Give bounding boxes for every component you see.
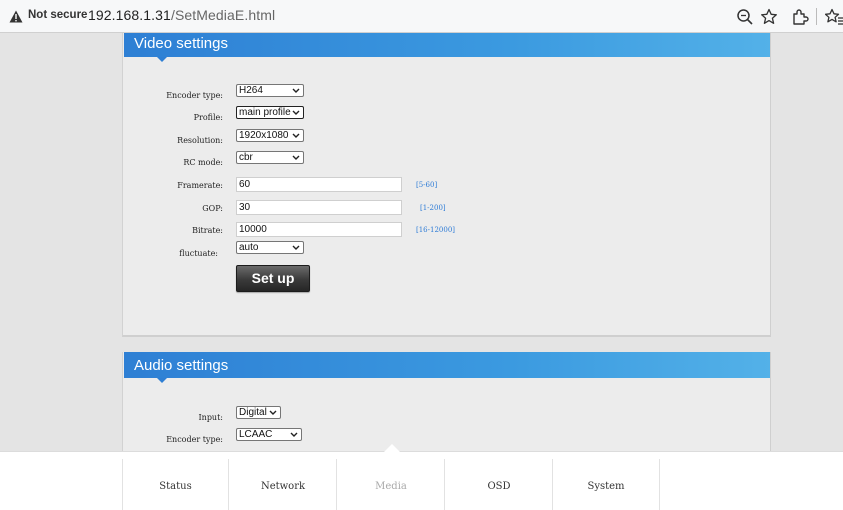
gop-range-hint: [1-200]: [420, 204, 446, 212]
audio-encoder-type-value: LCAAC: [239, 429, 273, 440]
active-tab-pointer: [384, 444, 400, 452]
framerate-label: Framerate:: [177, 181, 223, 190]
audio-encoder-type-select[interactable]: LCAAC: [236, 428, 302, 441]
encoder-type-select[interactable]: H264: [236, 84, 304, 97]
resolution-select[interactable]: 1920x1080: [236, 129, 304, 142]
nav-tab-media[interactable]: Media: [338, 459, 445, 510]
fluctuate-label: fluctuate:: [179, 249, 218, 258]
rc-mode-select[interactable]: cbr: [236, 151, 304, 164]
chevron-down-icon: [292, 110, 300, 115]
chevron-down-icon: [269, 410, 277, 415]
audio-settings-title: Audio settings: [134, 357, 229, 374]
audio-settings-panel: Audio settings Input: Digital Encoder ty…: [122, 352, 771, 452]
bitrate-input[interactable]: 10000: [236, 222, 402, 237]
browser-address-bar: Not secure 192.168.1.31/SetMediaE.html: [0, 0, 843, 33]
star-icon[interactable]: [760, 8, 778, 26]
nav-tab-system[interactable]: System: [553, 459, 660, 510]
url-field[interactable]: 192.168.1.31/SetMediaE.html: [88, 7, 275, 23]
toolbar-divider: [816, 8, 817, 25]
audio-settings-header: Audio settings: [124, 352, 770, 378]
setup-button[interactable]: Set up: [236, 265, 310, 292]
rc-mode-value: cbr: [239, 152, 253, 163]
video-settings-title: Video settings: [134, 35, 228, 52]
audio-input-label: Input:: [198, 413, 224, 422]
extensions-icon[interactable]: [791, 8, 809, 26]
chevron-down-icon: [292, 133, 300, 138]
encoder-type-label: Encoder type:: [166, 91, 223, 100]
url-host: 192.168.1.31: [88, 7, 171, 23]
header-notch: [157, 57, 167, 62]
audio-encoder-type-label: Encoder type:: [166, 435, 223, 444]
fluctuate-select[interactable]: auto: [236, 241, 304, 254]
gop-label: GOP:: [202, 204, 223, 213]
fluctuate-value: auto: [239, 242, 259, 253]
bitrate-label: Bitrate:: [192, 226, 223, 235]
bitrate-range-hint: [16-12000]: [416, 226, 456, 234]
favorites-icon[interactable]: [825, 8, 843, 26]
nav-tab-status[interactable]: Status: [122, 459, 229, 510]
rc-mode-label: RC mode:: [183, 158, 223, 167]
framerate-input[interactable]: 60: [236, 177, 402, 192]
nav-tab-network[interactable]: Network: [230, 459, 337, 510]
profile-value: main profile: [239, 107, 291, 118]
security-status[interactable]: Not secure: [28, 9, 87, 21]
audio-input-value: Digital: [239, 407, 267, 418]
warning-icon: [9, 10, 23, 23]
resolution-label: Resolution:: [177, 136, 223, 145]
zoom-icon[interactable]: [736, 8, 754, 26]
encoder-type-value: H264: [239, 85, 263, 96]
profile-select[interactable]: main profile: [236, 106, 304, 119]
url-path: /SetMediaE.html: [170, 7, 276, 23]
chevron-down-icon: [292, 245, 300, 250]
header-notch: [157, 378, 167, 383]
chevron-down-icon: [290, 432, 298, 437]
chevron-down-icon: [292, 155, 300, 160]
video-settings-header: Video settings: [124, 33, 770, 57]
profile-label: Profile:: [193, 113, 223, 122]
gop-input[interactable]: 30: [236, 200, 402, 215]
audio-input-select[interactable]: Digital: [236, 406, 281, 419]
bottom-navigation: Status Network Media OSD System: [0, 444, 843, 510]
resolution-value: 1920x1080: [239, 130, 289, 141]
chevron-down-icon: [292, 88, 300, 93]
nav-tab-osd[interactable]: OSD: [446, 459, 553, 510]
framerate-range-hint: [5-60]: [416, 181, 438, 189]
video-settings-panel: Video settings Encoder type: H264 Profil…: [122, 33, 771, 337]
